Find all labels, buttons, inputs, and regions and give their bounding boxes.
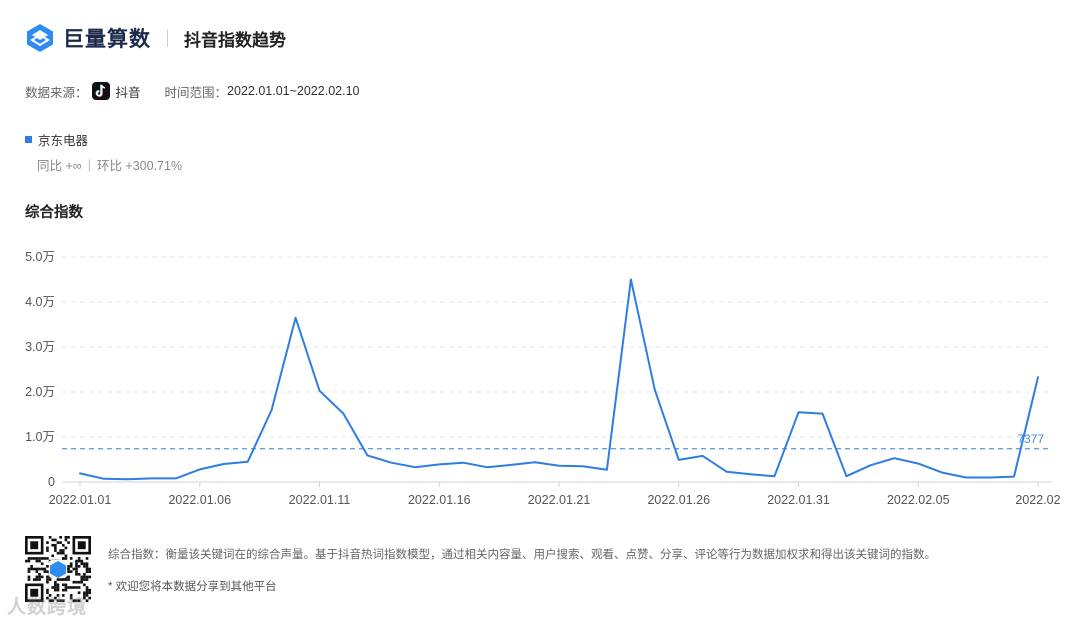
chart-grid (62, 256, 1052, 483)
share-note: * 欢迎您将本数据分享到其他平台 (108, 581, 277, 593)
meta-row: 数据来源： 抖音 时间范围： 2022.01.01~2022.02.10 (25, 80, 359, 102)
y-tick-label: 0 (48, 475, 55, 489)
legend-marker (25, 136, 32, 143)
y-tick-label: 1.0万 (25, 430, 55, 444)
x-tick-label: 2022.02 (1015, 493, 1060, 507)
source-value: 抖音 (115, 85, 141, 100)
x-tick-label: 2022.01.01 (49, 493, 112, 507)
page-title: 抖音指数趋势 (184, 30, 286, 50)
y-tick-label: 2.0万 (25, 385, 55, 399)
section-title: 综合指数 (25, 205, 83, 221)
compare-stats: 同比 +∞ | 环比 +300.71% (37, 155, 182, 174)
source-label: 数据来源： (25, 85, 88, 100)
brand-name: 巨量算数 (63, 28, 151, 51)
brand-logo-icon (27, 24, 53, 52)
compare-separator: | (87, 157, 91, 172)
x-tick-label: 2022.01.11 (289, 493, 351, 507)
range-value: 2022.01.01~2022.02.10 (227, 84, 360, 98)
x-tick-label: 2022.01.16 (408, 493, 471, 507)
watermark: 人数跨境 (7, 597, 88, 618)
header: 巨量算数 抖音指数趋势 (25, 20, 286, 56)
y-tick-label: 5.0万 (25, 250, 55, 264)
legend-label: 京东电器 (38, 134, 89, 148)
series-lines (79, 278, 1039, 481)
y-tick-label: 4.0万 (25, 295, 55, 309)
index-description: 综合指数：衡量该关键词在的综合声量。基于抖音热词指数模型，通过相关内容量、用户搜… (108, 549, 936, 561)
mom-stat: 环比 +300.71% (96, 159, 183, 173)
header-divider (167, 29, 168, 47)
range-label: 时间范围： (164, 85, 228, 100)
series-line (79, 278, 1039, 481)
douyin-icon (91, 82, 110, 100)
x-tick-label: 2022.01.06 (168, 493, 231, 507)
y-axis-ticks: 0 1.0万 2.0万 3.0万 4.0万 5.0万 (25, 250, 55, 489)
x-tick-label: 2022.02.05 (887, 493, 950, 507)
x-tick-label: 2022.01.26 (647, 493, 710, 507)
x-axis-ticks: 2022.01.01 2022.01.06 2022.01.11 2022.01.16… (49, 482, 1061, 507)
yoy-stat: 同比 +∞ (37, 159, 82, 173)
x-tick-label: 2022.01.21 (528, 493, 591, 507)
average-line-group: 7377 (62, 432, 1052, 450)
legend-item: 京东电器 (25, 130, 88, 149)
x-tick-label: 2022.01.31 (767, 493, 830, 507)
footer: 综合指数：衡量该关键词在的综合声量。基于抖音热词指数模型，通过相关内容量、用户搜… (7, 536, 1065, 618)
line-chart: 01.0万2.0万3.0万4.0万5.0万 2022.01.01 2022.01.… (25, 250, 1061, 507)
y-tick-label: 3.0万 (25, 340, 55, 354)
